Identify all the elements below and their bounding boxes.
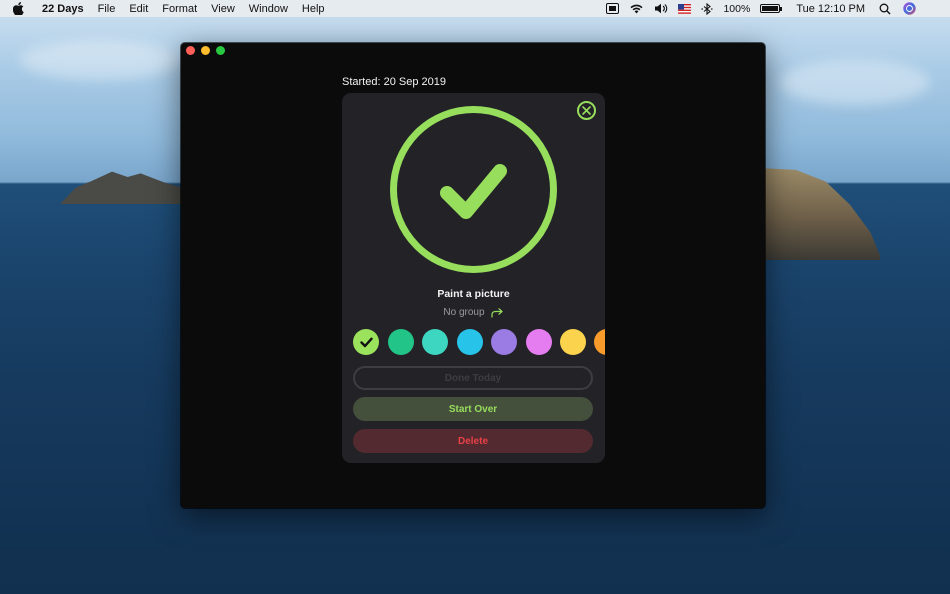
color-picker <box>353 329 605 357</box>
search-icon[interactable] <box>879 3 891 15</box>
close-card-button[interactable] <box>577 101 596 120</box>
siri-icon[interactable] <box>903 2 916 15</box>
zoom-window-button[interactable] <box>216 46 225 55</box>
window-controls <box>186 46 231 55</box>
color-swatch-yellow[interactable] <box>560 329 586 355</box>
menu-edit[interactable]: Edit <box>129 3 148 15</box>
color-swatch-sky[interactable] <box>457 329 483 355</box>
menu-window[interactable]: Window <box>249 3 288 15</box>
color-swatch-orange[interactable] <box>594 329 605 355</box>
completed-check-icon[interactable] <box>389 105 558 274</box>
battery-percent: 100% <box>723 2 751 15</box>
habit-name[interactable]: Paint a picture <box>342 288 605 300</box>
wifi-icon[interactable] <box>629 3 644 14</box>
cliff <box>760 168 880 260</box>
check-icon <box>359 337 373 347</box>
done-today-button[interactable]: Done Today <box>353 366 593 390</box>
clock[interactable]: Tue 12:10 PM <box>796 3 865 15</box>
flag-icon[interactable] <box>678 3 692 14</box>
color-swatch-turquoise[interactable] <box>422 329 448 355</box>
apple-icon[interactable] <box>13 2 29 15</box>
color-swatch-green-selected[interactable] <box>353 329 379 355</box>
island <box>60 171 190 204</box>
battery-icon[interactable] <box>760 4 783 13</box>
group-selector[interactable]: No group <box>342 307 605 318</box>
menu-help[interactable]: Help <box>302 3 325 15</box>
delete-button[interactable]: Delete <box>353 429 593 453</box>
group-label: No group <box>443 307 485 318</box>
color-swatch-pink[interactable] <box>526 329 552 355</box>
volume-icon[interactable] <box>654 3 668 14</box>
bluetooth-icon[interactable] <box>701 2 714 15</box>
menu-file[interactable]: File <box>98 3 116 15</box>
menu-view[interactable]: View <box>211 3 235 15</box>
menu-format[interactable]: Format <box>162 3 197 15</box>
app-window: Started: 20 Sep 2019 Paint a picture No … <box>181 43 765 508</box>
close-window-button[interactable] <box>186 46 195 55</box>
habit-card: Paint a picture No group Done Today Star… <box>342 93 605 463</box>
started-date: Started: 20 Sep 2019 <box>342 76 446 88</box>
close-icon <box>582 106 591 115</box>
display-icon[interactable] <box>606 3 620 14</box>
color-swatch-emerald[interactable] <box>388 329 414 355</box>
start-over-button[interactable]: Start Over <box>353 397 593 421</box>
color-swatch-purple[interactable] <box>491 329 517 355</box>
app-menu[interactable]: 22 Days <box>42 3 84 15</box>
minimize-window-button[interactable] <box>201 46 210 55</box>
menu-bar: 22 Days File Edit Format View Window Hel… <box>0 0 950 17</box>
share-arrow-icon <box>490 307 504 318</box>
